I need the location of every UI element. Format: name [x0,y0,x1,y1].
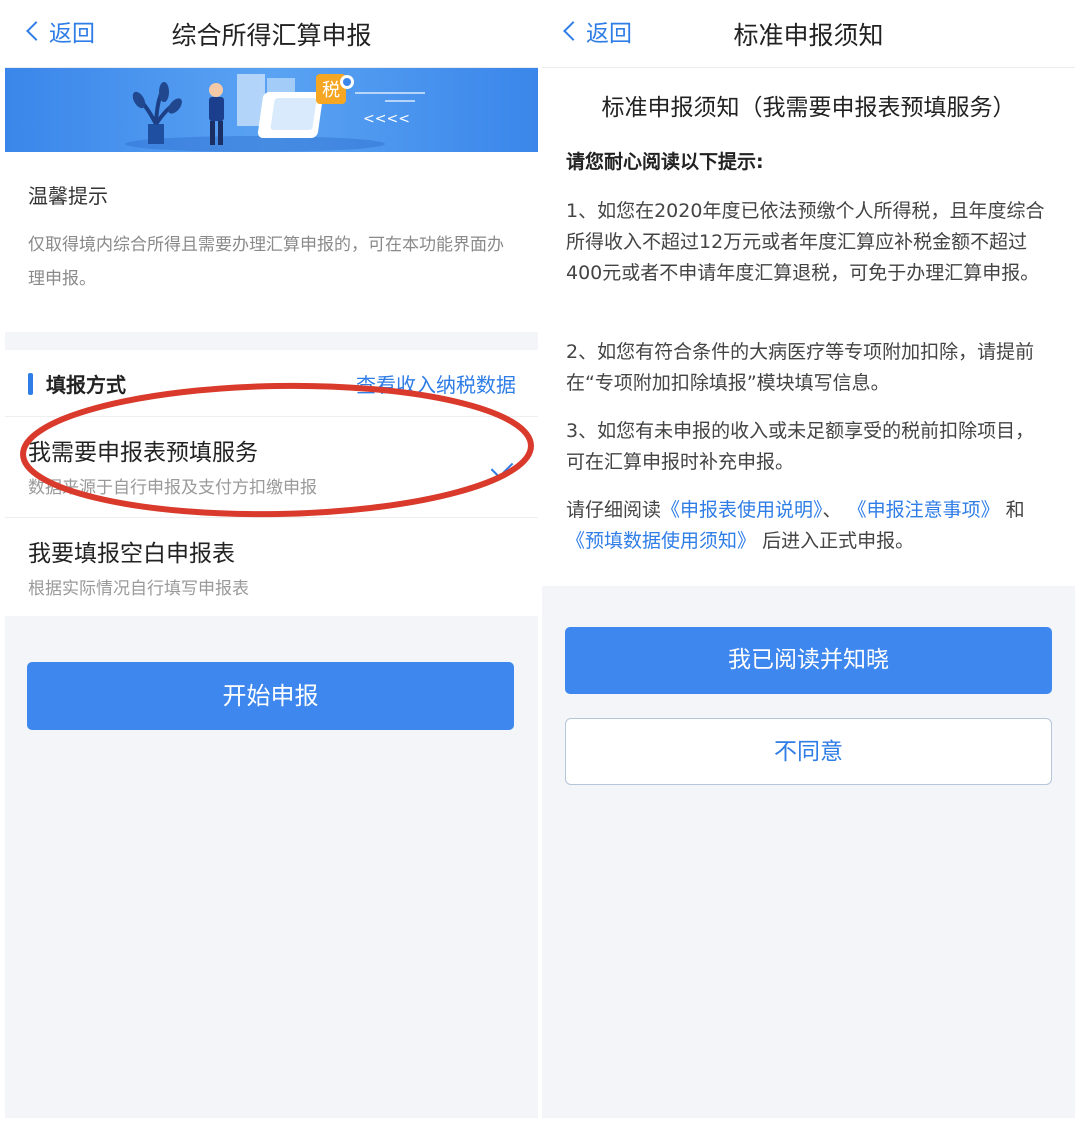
tip-card: 温馨提示 仅取得境内综合所得且需要办理汇算申报的，可在本功能界面办理申报。 [5,152,538,332]
checkmark-icon [490,455,514,479]
option-prefill-service[interactable]: 我需要申报表预填服务 数据来源于自行申报及支付方扣缴申报 [5,417,538,517]
section-marker [28,373,33,395]
start-filing-button[interactable]: 开始申报 [27,662,514,730]
read-notice: 请仔细阅读《申报表使用说明》、 《申报注意事项》 和 《预填数据使用须知》 后进… [566,495,1053,557]
tip-text: 仅取得境内综合所得且需要办理汇算申报的，可在本功能界面办理申报。 [28,235,504,289]
filing-notes-link[interactable]: 《申报注意事项》 [848,499,1000,521]
chevron-left-icon [26,21,46,41]
view-tax-data-link[interactable]: 查看收入纳税数据 [356,369,516,398]
option-subtitle: 数据来源于自行申报及支付方扣缴申报 [28,478,317,498]
read-notice-suffix: 后进入正式申报。 [762,530,915,552]
option-subtitle: 根据实际情况自行填写申报表 [28,579,249,599]
notice-document: 标准申报须知（我需要申报表预填服务） 请您耐心阅读以下提示: 1、如您在2020… [542,68,1075,586]
prefill-data-notice-link[interactable]: 《预填数据使用须知》 [566,530,756,552]
section-title: 填报方式 [46,373,126,397]
left-nav-bar: 返回 综合所得汇算申报 [5,0,538,68]
right-nav-bar: 返回 标准申报须知 [542,0,1075,68]
right-screen: 返回 标准申报须知 标准申报须知（我需要申报表预填服务） 请您耐心阅读以下提示:… [542,0,1075,1118]
right-back-label: 返回 [586,21,632,47]
acknowledge-button[interactable]: 我已阅读并知晓 [565,627,1052,694]
chevron-left-icon [563,21,583,41]
notice-heading: 请您耐心阅读以下提示: [566,151,764,173]
left-screen: 返回 综合所得汇算申报 税 <<<< 温馨提示 仅取得境内综合所得且需要办理汇算… [5,0,538,1118]
option-blank-form[interactable]: 我要填报空白申报表 根据实际情况自行填写申报表 [5,518,538,618]
right-back-button[interactable]: 返回 [562,14,632,48]
option-title: 我要填报空白申报表 [28,541,235,567]
disagree-button[interactable]: 不同意 [565,718,1052,785]
option-title: 我需要申报表预填服务 [28,440,258,466]
read-notice-separator: 、 [822,499,842,521]
notice-item-1: 1、如您在2020年度已依法预缴个人所得税，且年度综合所得收入不超过12万元或者… [566,200,1045,284]
left-back-button[interactable]: 返回 [25,14,95,48]
read-notice-prefix: 请仔细阅读 [566,499,662,521]
filing-method-card: 填报方式 查看收入纳税数据 我需要申报表预填服务 数据来源于自行申报及支付方扣缴… [5,350,538,616]
banner-arrows: <<<< [363,111,410,127]
left-back-label: 返回 [49,21,95,47]
notice-title: 标准申报须知（我需要申报表预填服务） [601,95,1016,121]
banner-illustration-icon: 税 <<<< [125,74,425,152]
tax-badge-text: 税 [322,80,340,101]
tip-title: 温馨提示 [28,184,108,208]
form-instructions-link[interactable]: 《申报表使用说明》 [661,499,823,521]
notice-item-3: 3、如您有未申报的收入或未足额享受的税前扣除项目，可在汇算申报时补充申报。 [566,420,1035,473]
read-notice-and: 和 [1005,499,1025,521]
notice-item-2: 2、如您有符合条件的大病医疗等专项附加扣除，请提前在“专项附加扣除填报”模块填写… [566,341,1035,394]
banner-illustration: 税 <<<< [5,68,538,152]
